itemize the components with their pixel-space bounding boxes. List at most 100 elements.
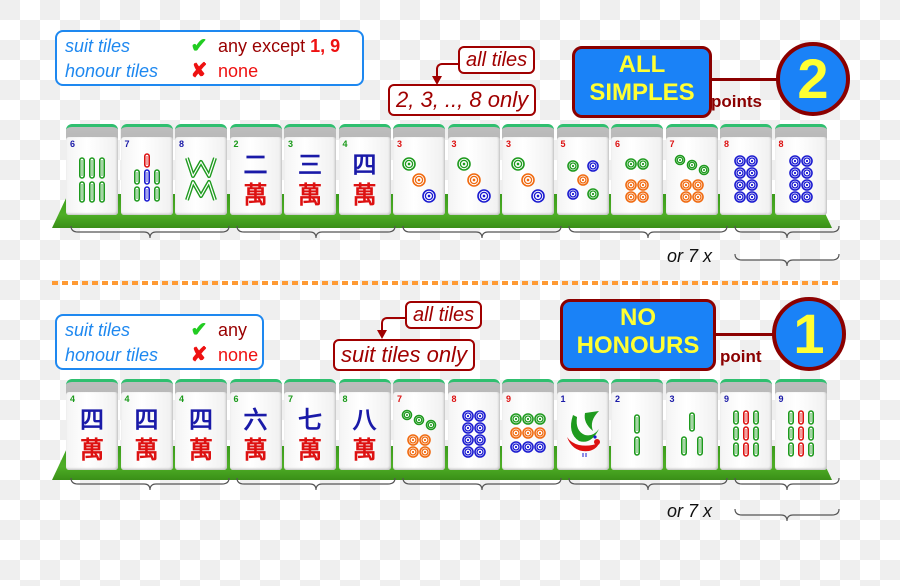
tile-face: 6六萬 — [229, 392, 282, 470]
honour-tiles-label: honour tiles — [65, 61, 159, 81]
bamboo-suit-icon — [127, 147, 167, 209]
title-line-1: NO — [620, 304, 656, 331]
section-all-simples: suit tiles ✔ any except 1, 9 honour tile… — [0, 0, 900, 270]
tile-face: 1 — [556, 392, 609, 470]
tile-face: 8八萬 — [338, 392, 391, 470]
meld-braces — [70, 225, 840, 246]
points-value: 1 — [772, 297, 846, 371]
honour-tiles-label: honour tiles — [65, 345, 159, 365]
callout-rule: suit tiles only — [333, 339, 475, 371]
tile-wan-char: 萬 — [298, 180, 322, 209]
bamboo-suit-icon — [72, 147, 112, 209]
title-connector — [716, 333, 778, 336]
legend-row-honour: honour tiles ✘ none — [65, 343, 258, 367]
tile-face: 3三萬 — [284, 137, 336, 215]
section-no-honours: suit tiles ✔ any honour tiles ✘ none all… — [0, 255, 900, 525]
tile-face: 5 — [556, 137, 609, 215]
mahjong-tile-bamboo-6: 6 — [66, 124, 118, 215]
points-value: 2 — [776, 42, 850, 116]
tile-wan-char: 萬 — [134, 435, 159, 464]
legend-row-suit: suit tiles ✔ any except 1, 9 — [65, 34, 340, 58]
meld-brace — [402, 477, 562, 494]
pair-brace — [734, 225, 840, 242]
mahjong-tile-character-4: 4四萬 — [120, 379, 173, 470]
tile-face: 4四萬 — [175, 392, 227, 470]
tile-face: 2二萬 — [229, 137, 282, 215]
circles-suit-icon — [672, 147, 712, 209]
meld-brace — [236, 477, 396, 494]
mahjong-tile-character-4: 4四萬 — [66, 379, 118, 470]
tile-face: 9 — [774, 392, 827, 470]
mahjong-tile-bamboo-8: 8 — [175, 124, 227, 215]
tile-face: 2 — [611, 392, 663, 470]
mahjong-tile-bamboo-2: 2 — [611, 379, 663, 470]
pair-brace — [734, 477, 840, 494]
mahjong-tile-dots-7: 7 — [393, 379, 445, 470]
mahjong-tile-character-7: 7七萬 — [284, 379, 336, 470]
points-label: point — [720, 347, 762, 366]
cross-icon: ✘ — [190, 60, 208, 82]
title-connector — [712, 78, 782, 81]
check-icon: ✔ — [190, 35, 208, 57]
hand-title: ALL SIMPLES — [572, 46, 712, 118]
bamboo-suit-icon — [672, 402, 712, 464]
mahjong-tile-bamboo-1: 1 — [556, 379, 609, 470]
mahjong-tile-character-2: 2二萬 — [229, 124, 282, 215]
mahjong-tile-dots-8: 8 — [774, 124, 827, 215]
tile-face: 3 — [665, 392, 718, 470]
circles-suit-icon — [399, 147, 439, 209]
suit-tiles-value: any — [218, 320, 248, 340]
circles-suit-icon — [454, 147, 494, 209]
mahjong-tile-character-8: 8八萬 — [338, 379, 391, 470]
tile-face: 3 — [447, 137, 500, 215]
bamboo-suit-icon — [563, 402, 603, 464]
suit-tiles-value: any except 1, 9 — [218, 36, 340, 56]
circles-suit-icon — [617, 147, 657, 209]
tile-face: 7 — [393, 392, 445, 470]
mahjong-tile-dots-8: 8 — [720, 124, 772, 215]
tile-face: 7 — [120, 137, 173, 215]
tile-face: 4四萬 — [66, 392, 118, 470]
honour-tiles-value: none — [218, 345, 259, 365]
tile-face: 8 — [774, 137, 827, 215]
circles-suit-icon — [454, 402, 494, 464]
bamboo-suit-icon — [726, 402, 766, 464]
cross-icon: ✘ — [190, 344, 208, 366]
circles-suit-icon — [508, 147, 548, 209]
callout-rule: 2, 3, .., 8 only — [388, 84, 537, 116]
tile-row: 4四萬4四萬4四萬6六萬7七萬8八萬78912399 — [66, 379, 836, 475]
legend-row-honour: honour tiles ✘ none — [65, 59, 258, 83]
tile-face: 3 — [393, 137, 445, 215]
meld-brace — [70, 225, 230, 242]
tile-wan-char: 萬 — [298, 435, 322, 464]
tile-face: 4四萬 — [338, 137, 391, 215]
title-line-1: ALL — [618, 51, 666, 78]
tile-row: 6782二萬3三萬4四萬33356788 — [66, 124, 836, 220]
tile-face: 8 — [447, 392, 500, 470]
title-line-2: HONOURS — [576, 332, 700, 359]
tile-wan-char: 萬 — [352, 180, 377, 209]
mahjong-tile-dots-6: 6 — [611, 124, 663, 215]
tile-wan-char: 萬 — [80, 435, 104, 464]
mahjong-tile-character-6: 6六萬 — [229, 379, 282, 470]
mahjong-tile-bamboo-9: 9 — [774, 379, 827, 470]
tile-wan-char: 萬 — [243, 435, 268, 464]
mahjong-tile-bamboo-7: 7 — [120, 124, 173, 215]
rules-legend: suit tiles ✔ any except 1, 9 honour tile… — [55, 30, 364, 86]
mahjong-tile-dots-7: 7 — [665, 124, 718, 215]
legend-row-suit: suit tiles ✔ any — [65, 318, 247, 342]
circles-suit-icon — [781, 147, 821, 209]
mahjong-tile-dots-3: 3 — [502, 124, 554, 215]
meld-brace — [236, 225, 396, 242]
bamboo-suit-icon — [181, 147, 221, 209]
arrow-down-icon — [377, 330, 387, 339]
meld-brace — [568, 225, 728, 242]
suit-tiles-label: suit tiles — [65, 36, 131, 56]
tile-wan-char: 萬 — [189, 435, 213, 464]
title-line-2: SIMPLES — [589, 79, 695, 106]
tile-face: 4四萬 — [120, 392, 173, 470]
bamboo-suit-icon — [617, 402, 657, 464]
tile-wan-char: 萬 — [352, 435, 377, 464]
suit-tiles-label: suit tiles — [65, 320, 131, 340]
tile-wan-char: 萬 — [243, 180, 268, 209]
